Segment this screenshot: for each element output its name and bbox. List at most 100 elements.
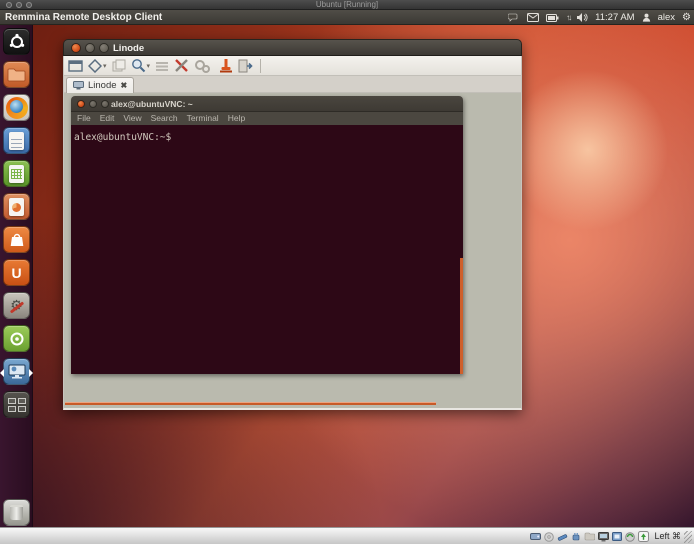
video-capture-icon[interactable] — [612, 532, 622, 541]
battery-icon[interactable] — [546, 14, 559, 22]
workspace-grid-icon — [8, 398, 26, 412]
network-arrows-icon[interactable]: ↑↓ — [566, 13, 570, 22]
menu-file[interactable]: File — [77, 112, 91, 125]
screen: Ubuntu [Running] Remmina Remote Desktop … — [0, 0, 694, 544]
plugins-gears-icon — [194, 59, 210, 73]
window-maximize-button[interactable] — [99, 43, 109, 53]
remmina-toolbar: ▾ ▾ — [64, 56, 521, 76]
launcher-item-ubuntu-one[interactable]: U — [3, 259, 30, 286]
remmina-tabbar: Linode ✖ — [64, 76, 521, 93]
window-title: Linode — [113, 40, 144, 57]
terminal-title: alex@ubuntuVNC: ~ — [111, 96, 193, 112]
remote-desktop-viewport[interactable]: alex@ubuntuVNC: ~ File Edit View Search … — [64, 93, 521, 408]
zoom-button[interactable]: ▾ — [131, 58, 151, 74]
ubuntu-logo-icon — [8, 33, 26, 51]
cd-icon[interactable] — [544, 532, 554, 542]
mouse-integration-icon[interactable] — [638, 531, 649, 542]
remmina-monitor-icon — [8, 364, 26, 380]
terminal-close-button[interactable] — [77, 100, 85, 108]
launcher-item-libreoffice-impress[interactable] — [3, 193, 30, 220]
terminal-minimize-button[interactable] — [89, 100, 97, 108]
messaging-icon[interactable] — [508, 13, 520, 23]
impress-presentation-icon — [9, 198, 24, 216]
fit-window-caret-icon[interactable]: ▾ — [103, 62, 107, 70]
vm-window-titlebar: Ubuntu [Running] — [0, 0, 694, 10]
clock[interactable]: 11:27 AM — [595, 12, 634, 23]
folder-icon — [7, 67, 26, 82]
fit-window-icon — [88, 59, 102, 73]
vbox-statusbar: Left ⌘ — [0, 527, 694, 544]
launcher-item-software-center[interactable] — [3, 226, 30, 253]
network-icon[interactable] — [557, 532, 568, 542]
exit-icon — [238, 59, 253, 73]
ubuntu-menubar: Remmina Remote Desktop Client ↑↓ 11:27 A… — [0, 10, 694, 25]
menu-search[interactable]: Search — [151, 112, 178, 125]
active-app-title[interactable]: Remmina Remote Desktop Client — [5, 10, 162, 25]
hdd-icon[interactable] — [530, 532, 541, 541]
disconnect-button[interactable] — [219, 58, 233, 74]
launcher-item-dash-home[interactable] — [3, 28, 30, 55]
user-icon[interactable] — [642, 13, 651, 22]
resize-grip[interactable] — [684, 531, 692, 543]
sound-icon[interactable] — [577, 13, 588, 22]
vm-close-button[interactable] — [6, 2, 12, 8]
display-icon[interactable] — [598, 532, 609, 542]
tab-close-icon[interactable]: ✖ — [121, 81, 128, 90]
tools-icon — [174, 58, 189, 73]
vm-minimize-button[interactable] — [16, 2, 22, 8]
host-key-label: Left ⌘ — [654, 531, 681, 542]
writer-document-icon — [9, 132, 24, 150]
menu-terminal[interactable]: Terminal — [187, 112, 219, 125]
toolbar-separator — [260, 59, 261, 73]
remote-wallpaper-artifact-horizontal — [65, 402, 436, 405]
terminal-maximize-button[interactable] — [101, 100, 109, 108]
launcher-item-trash[interactable] — [3, 499, 30, 526]
launcher-item-workspace-switcher[interactable] — [3, 391, 30, 418]
terminal-content[interactable]: alex@ubuntuVNC:~$ — [71, 125, 463, 374]
grab-keyboard-icon — [155, 61, 169, 71]
plugins-button[interactable] — [194, 58, 210, 74]
fullscreen-button[interactable] — [68, 58, 83, 74]
vm-window-title: Ubuntu [Running] — [316, 0, 378, 10]
unity-launcher: U ⚙ — [0, 25, 33, 527]
launcher-item-remmina[interactable] — [3, 358, 30, 385]
mail-icon[interactable] — [527, 13, 539, 22]
menu-edit[interactable]: Edit — [100, 112, 115, 125]
launcher-item-libreoffice-writer[interactable] — [3, 127, 30, 154]
remote-wallpaper-artifact-vertical — [460, 258, 463, 374]
window-close-button[interactable] — [71, 43, 81, 53]
grab-keyboard-button[interactable] — [155, 58, 169, 74]
terminal-menubar: File Edit View Search Terminal Help — [71, 112, 463, 125]
menu-help[interactable]: Help — [228, 112, 245, 125]
shopping-bag-icon — [9, 231, 25, 248]
menu-view[interactable]: View — [123, 112, 141, 125]
remote-terminal-window[interactable]: alex@ubuntuVNC: ~ File Edit View Search … — [71, 96, 463, 374]
session-username[interactable]: alex — [658, 12, 675, 23]
shared-folders-icon[interactable] — [584, 532, 595, 541]
firefox-icon — [6, 97, 28, 119]
fullscreen-icon — [68, 60, 83, 72]
launcher-item-software-updater[interactable] — [3, 325, 30, 352]
launcher-item-firefox[interactable] — [3, 94, 30, 121]
remmina-window: Linode ▾ ▾ Linode ✖ — [63, 39, 522, 410]
updater-icon — [8, 330, 26, 348]
terminal-titlebar[interactable]: alex@ubuntuVNC: ~ — [71, 96, 463, 112]
vm-zoom-button[interactable] — [26, 2, 32, 8]
tools-button[interactable] — [174, 58, 189, 74]
duplicate-button[interactable] — [112, 58, 126, 74]
window-minimize-button[interactable] — [85, 43, 95, 53]
session-gear-icon[interactable]: ⚙ — [682, 10, 691, 25]
calc-spreadsheet-icon — [9, 165, 24, 183]
settings-gear-icon: ⚙ — [10, 297, 23, 314]
remmina-titlebar[interactable]: Linode — [63, 39, 522, 56]
fit-window-button[interactable]: ▾ — [88, 58, 107, 74]
zoom-caret-icon[interactable]: ▾ — [147, 62, 151, 70]
launcher-item-home-folder[interactable] — [3, 61, 30, 88]
exit-button[interactable] — [238, 58, 253, 74]
features-icon[interactable] — [625, 532, 635, 542]
tab-linode[interactable]: Linode ✖ — [66, 77, 134, 93]
shell-prompt: alex@ubuntuVNC:~$ — [74, 132, 171, 143]
usb-icon[interactable] — [571, 532, 581, 542]
launcher-item-libreoffice-calc[interactable] — [3, 160, 30, 187]
launcher-item-system-settings[interactable]: ⚙ — [3, 292, 30, 319]
